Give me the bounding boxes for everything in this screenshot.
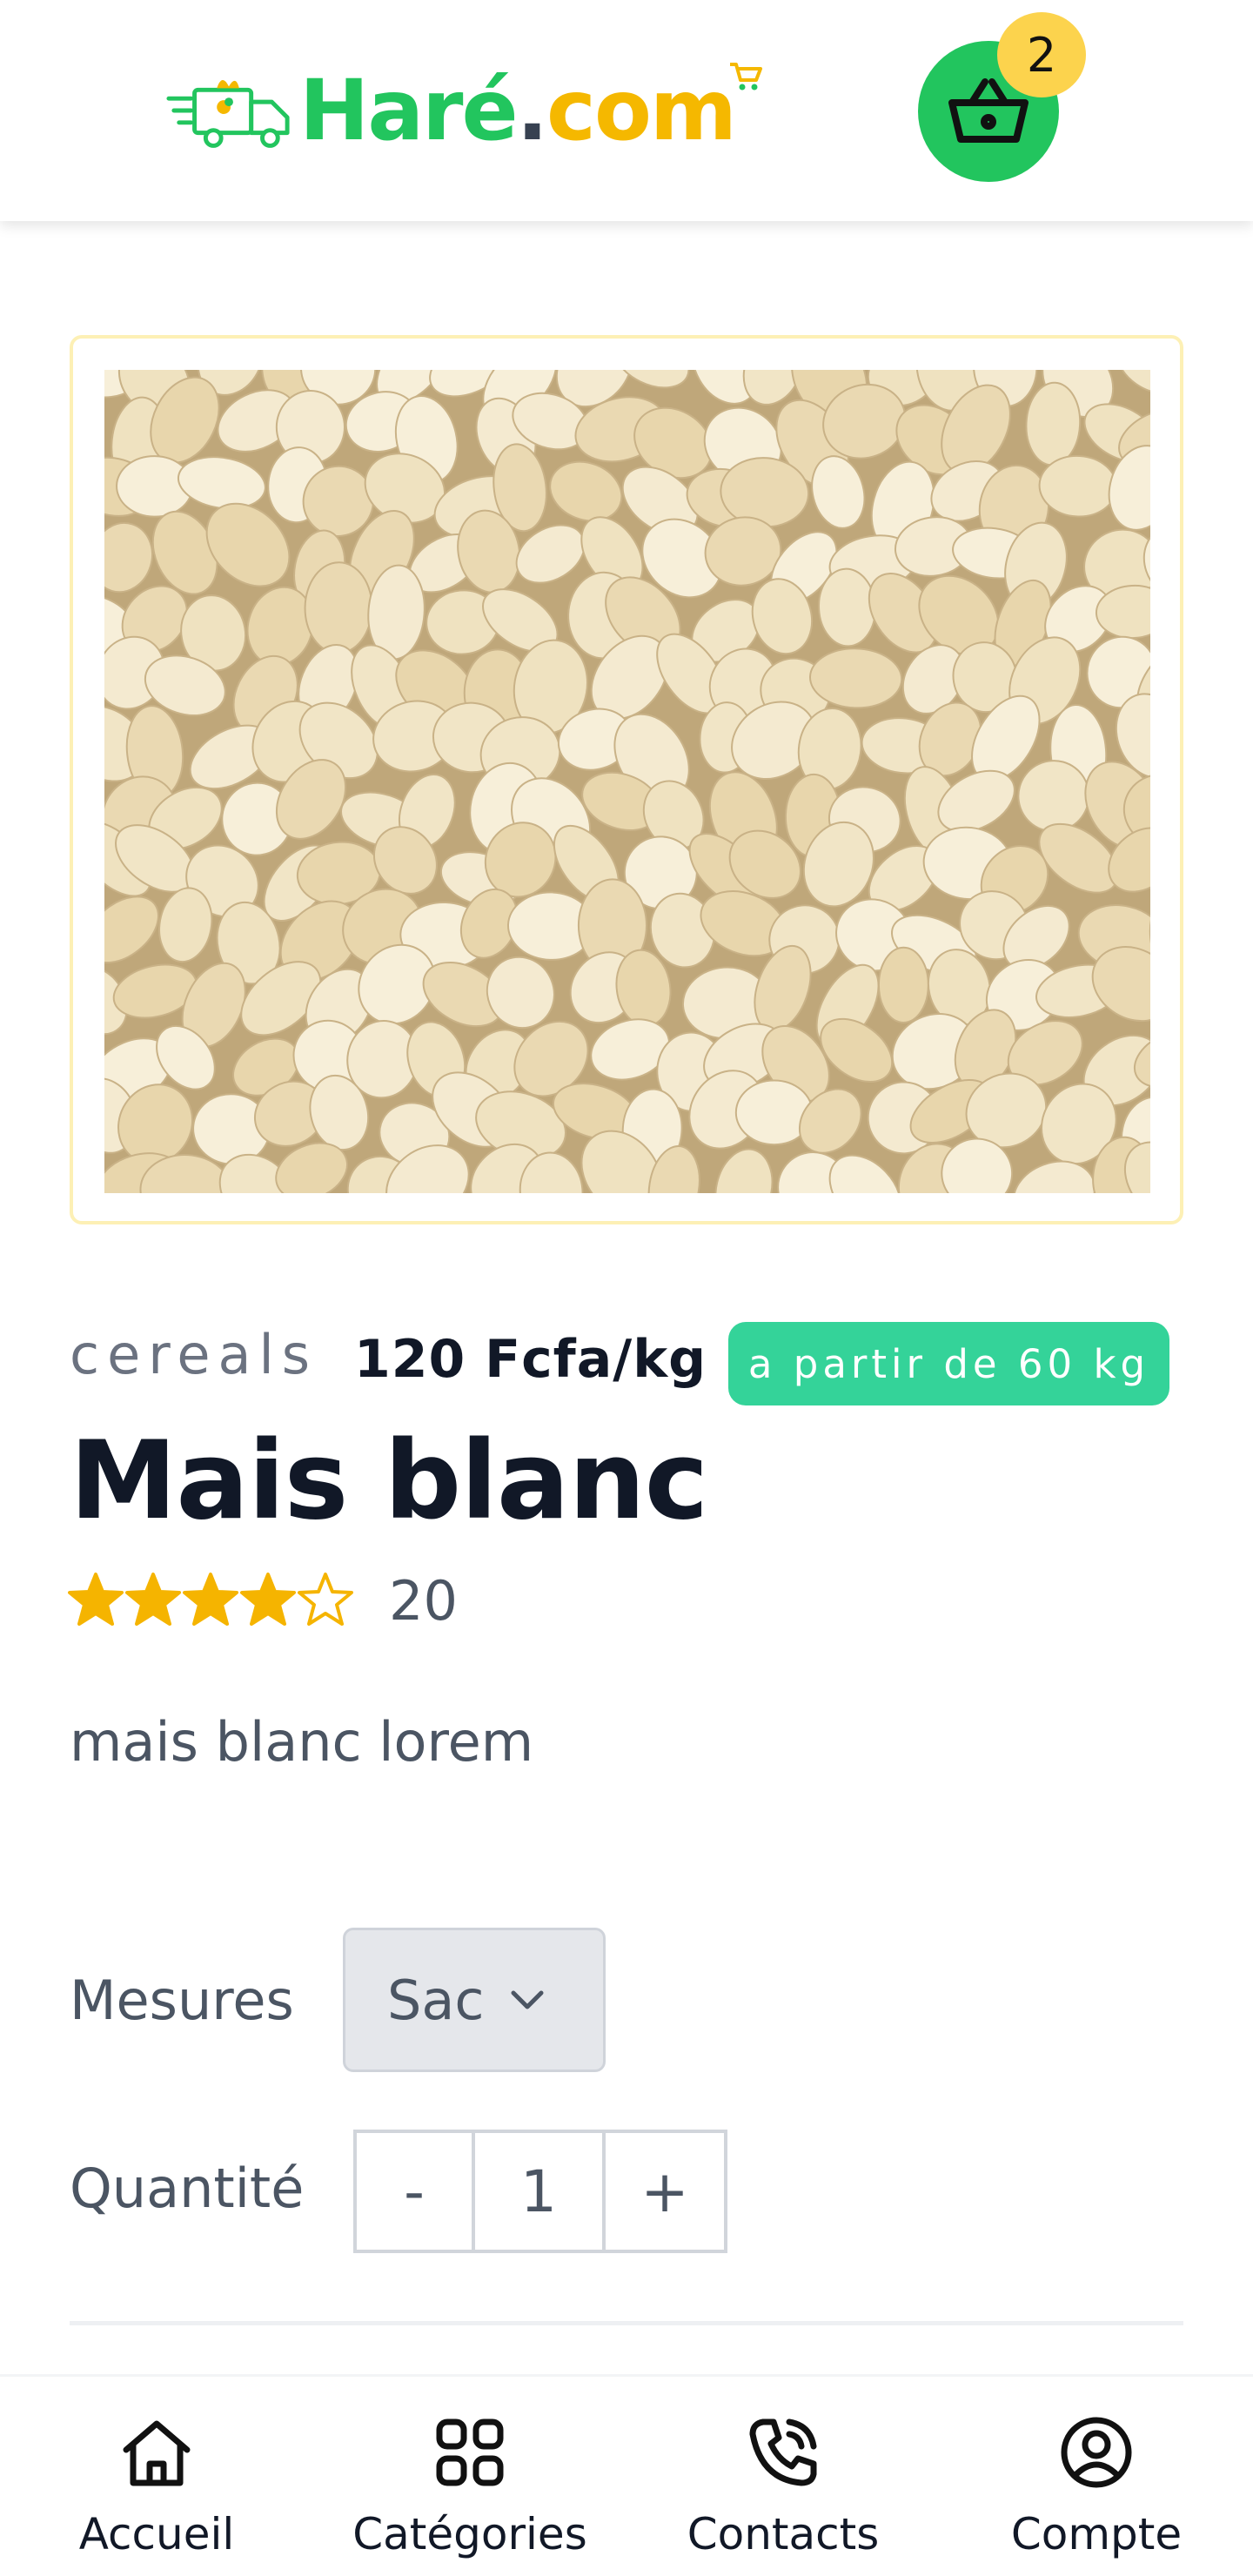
product-image[interactable] xyxy=(104,370,1150,1193)
nav-label-compte: Compte xyxy=(1010,2509,1183,2559)
star-filled-icon xyxy=(125,1573,181,1626)
quantity-stepper: - 1 + xyxy=(353,2130,727,2253)
star-empty-icon xyxy=(298,1573,353,1626)
nav-label-accueil: Accueil xyxy=(78,2509,235,2559)
home-icon xyxy=(123,2420,191,2486)
nav-item-compte[interactable]: Compte xyxy=(983,2377,1209,2576)
divider xyxy=(70,2321,1183,2325)
quantity-value[interactable]: 1 xyxy=(475,2133,606,2250)
brand-dot: . xyxy=(516,62,548,159)
review-count: 20 xyxy=(389,1569,458,1633)
nav-item-contacts[interactable]: Contacts xyxy=(670,2377,896,2576)
nav-label-contacts: Contacts xyxy=(687,2509,880,2559)
delivery-truck-icon xyxy=(166,79,290,148)
quantity-increase-button[interactable]: + xyxy=(606,2133,724,2250)
small-cart-icon xyxy=(729,63,762,91)
product-page: Haré.com 2 cereals 120 Fcfa/kg a partir … xyxy=(0,0,1253,2576)
min-order-badge: a partir de 60 kg xyxy=(728,1322,1169,1405)
measures-selected-value: Sac xyxy=(387,1968,485,2032)
product-description: mais blanc lorem xyxy=(70,1710,534,1774)
cart-count-badge: 2 xyxy=(997,12,1086,97)
user-icon xyxy=(1061,2417,1132,2488)
brand-suffix: com xyxy=(546,62,737,159)
rating-stars xyxy=(68,1571,353,1633)
star-filled-icon xyxy=(68,1573,124,1626)
product-image-frame xyxy=(70,335,1183,1224)
phone-icon xyxy=(749,2418,817,2486)
nav-label-categories: Catégories xyxy=(352,2509,587,2559)
app-header: Haré.com 2 xyxy=(0,0,1253,221)
star-filled-icon xyxy=(240,1573,296,1626)
product-category: cereals xyxy=(70,1323,318,1386)
corn-kernels-image xyxy=(104,370,1150,1193)
brand-word: Haré xyxy=(299,62,519,159)
quantity-label: Quantité xyxy=(70,2157,305,2220)
brand-name: Haré.com xyxy=(299,69,737,152)
brand-logo[interactable]: Haré.com xyxy=(165,54,762,167)
nav-item-accueil[interactable]: Accueil xyxy=(44,2377,270,2576)
product-title: Mais blanc xyxy=(70,1419,708,1544)
bottom-nav: Accueil Catégories Contacts Compte xyxy=(0,2374,1253,2576)
measures-select[interactable]: Sac xyxy=(343,1928,606,2072)
chevron-down-icon xyxy=(511,1990,544,2009)
measures-label: Mesures xyxy=(70,1969,294,2032)
grid-icon xyxy=(436,2418,504,2486)
star-filled-icon xyxy=(183,1573,238,1626)
product-price: 120 Fcfa/kg xyxy=(354,1329,707,1390)
nav-item-categories[interactable]: Catégories xyxy=(348,2377,592,2576)
quantity-decrease-button[interactable]: - xyxy=(357,2133,475,2250)
